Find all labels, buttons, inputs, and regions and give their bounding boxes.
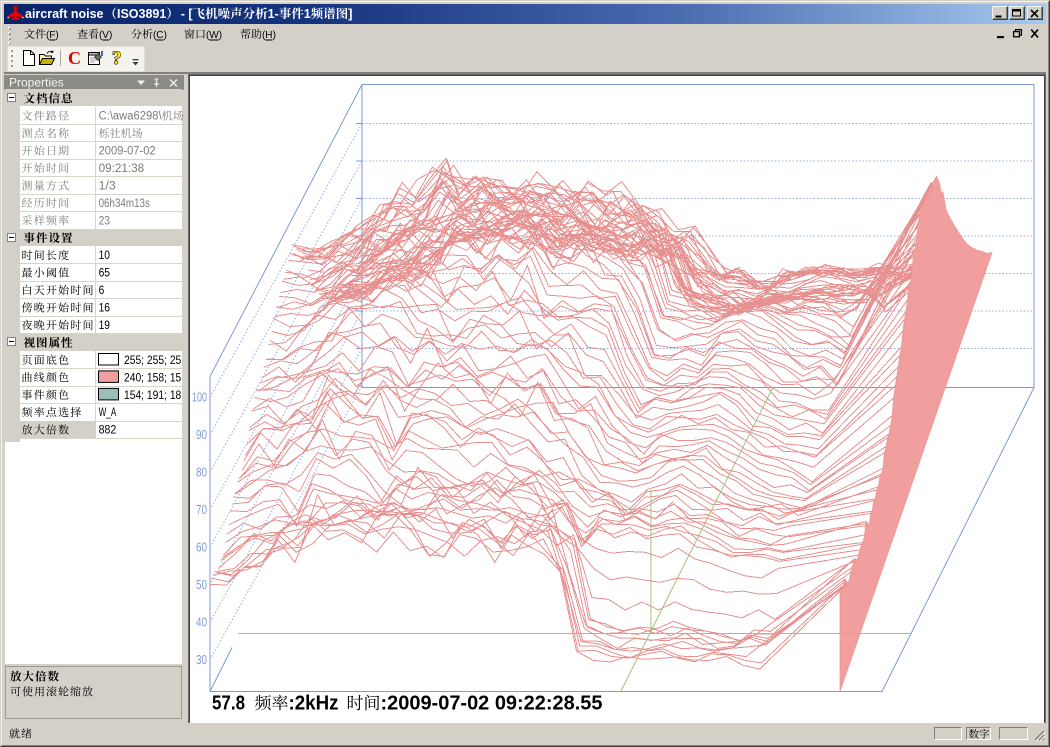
svg-text:154; 191; 187: 154; 191; 187	[124, 390, 187, 402]
svg-text:19: 19	[99, 320, 110, 332]
svg-text:06h34m13s: 06h34m13s	[99, 198, 151, 210]
svg-text:50: 50	[196, 577, 207, 592]
svg-text:40: 40	[196, 614, 207, 629]
svg-text:10: 10	[99, 250, 110, 262]
svg-text:C: C	[156, 30, 163, 41]
svg-text:H: H	[265, 30, 272, 41]
svg-text:- [: - [	[181, 7, 194, 21]
svg-text:1-: 1-	[268, 7, 279, 21]
svg-text:57.8: 57.8	[212, 692, 245, 715]
svg-text:): )	[164, 30, 167, 41]
svg-text:): )	[55, 30, 58, 41]
svg-text:): )	[273, 30, 276, 41]
svg-text:23: 23	[99, 215, 110, 227]
svg-text:255; 255; 255: 255; 255; 255	[124, 355, 187, 367]
svg-text::2009-07-02 09:22:28.55: :2009-07-02 09:22:28.55	[381, 692, 603, 715]
svg-text:): )	[219, 30, 222, 41]
svg-text:C:\awa6298\: C:\awa6298\	[99, 111, 163, 123]
svg-text:6: 6	[99, 285, 105, 297]
svg-text:100: 100	[192, 389, 207, 404]
svg-text:Properties: Properties	[9, 76, 64, 90]
svg-text:): )	[109, 30, 112, 41]
svg-text:882: 882	[99, 425, 117, 437]
svg-text:30: 30	[196, 652, 207, 667]
svg-text:1: 1	[304, 7, 311, 21]
svg-text:16: 16	[99, 303, 110, 315]
svg-text:aircraft noise: aircraft noise	[25, 7, 104, 21]
svg-text:70: 70	[196, 502, 207, 517]
svg-text:60: 60	[196, 539, 207, 554]
svg-text:09:21:38: 09:21:38	[99, 163, 145, 175]
svg-text:90: 90	[196, 427, 207, 442]
svg-text:ISO3891: ISO3891	[117, 7, 166, 21]
svg-text:2009-07-02: 2009-07-02	[99, 146, 156, 158]
svg-text:]: ]	[348, 7, 352, 21]
svg-text:1/3: 1/3	[99, 181, 116, 193]
svg-text:W: W	[209, 30, 219, 41]
svg-text:65: 65	[99, 268, 110, 280]
svg-text:240; 158; 158: 240; 158; 158	[124, 372, 187, 384]
svg-text:80: 80	[196, 464, 207, 479]
svg-text:W_A: W_A	[99, 407, 117, 419]
svg-text::2kHz: :2kHz	[289, 692, 339, 715]
